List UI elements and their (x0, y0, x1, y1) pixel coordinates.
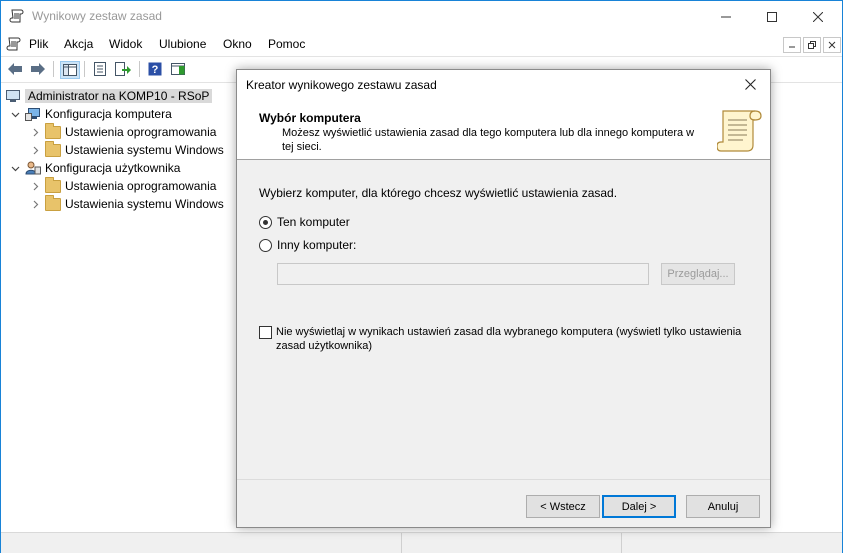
chevron-right-icon[interactable] (29, 126, 41, 138)
tree-item-software-settings[interactable]: Ustawienia oprogramowania (29, 122, 217, 141)
properties-icon (94, 62, 106, 76)
radio-this-computer[interactable]: Ten komputer (259, 215, 350, 229)
action-pane-icon (171, 63, 185, 75)
window-title: Wynikowy zestaw zasad (32, 9, 162, 23)
computer-name-input[interactable] (277, 263, 649, 285)
tree-root-label: Administrator na KOMP10 - RSoP (25, 89, 213, 103)
chevron-down-icon[interactable] (9, 108, 21, 120)
wizard-step-title: Wybór komputera (259, 111, 361, 125)
tree-item-windows-settings[interactable]: Ustawienia systemu Windows (29, 140, 224, 159)
radio-button-selected[interactable] (259, 215, 272, 229)
scroll-icon (717, 110, 762, 152)
console-tree: Administrator na KOMP10 - RSoP Konfigura… (1, 83, 237, 531)
menu-widok[interactable]: Widok (109, 37, 142, 51)
close-window-button[interactable] (795, 1, 841, 32)
radio-label: Ten komputer (277, 215, 350, 229)
close-icon (828, 41, 836, 49)
wizard-step-description: Możesz wyświetlić ustawienia zasad dla t… (282, 127, 695, 153)
back-wizard-button[interactable]: < Wstecz (526, 495, 600, 518)
chevron-down-icon[interactable] (9, 162, 21, 174)
maximize-button[interactable] (749, 1, 795, 32)
chevron-right-icon[interactable] (29, 180, 41, 192)
folder-icon (45, 122, 61, 139)
status-divider (621, 533, 622, 553)
browse-button[interactable]: Przeglądaj... (661, 263, 735, 285)
maximize-icon (767, 11, 777, 22)
folder-icon (45, 176, 61, 193)
mdi-close-button[interactable] (823, 37, 841, 53)
tree-item-label: Ustawienia systemu Windows (65, 197, 224, 211)
mdi-minimize-button[interactable] (783, 37, 801, 53)
tree-item-user-software-settings[interactable]: Ustawienia oprogramowania (29, 176, 217, 195)
properties-button[interactable] (91, 61, 109, 77)
computer-icon (5, 89, 21, 103)
tree-item-label: Konfiguracja użytkownika (45, 161, 181, 175)
close-icon (744, 79, 756, 90)
export-list-button[interactable] (114, 61, 132, 77)
export-icon (115, 62, 131, 76)
tree-item-user-config[interactable]: Konfiguracja użytkownika (9, 159, 180, 177)
menu-ulubione[interactable]: Ulubione (159, 37, 206, 51)
toolbar-separator (139, 61, 140, 77)
svg-text:?: ? (152, 64, 159, 76)
back-button[interactable] (6, 61, 24, 77)
chevron-right-icon[interactable] (29, 144, 41, 156)
dialog-separator (237, 479, 770, 480)
cancel-button[interactable]: Anuluj (686, 495, 760, 518)
title-bar: Wynikowy zestaw zasad (1, 1, 842, 32)
arrow-right-icon (31, 63, 45, 75)
dialog-title: Kreator wynikowego zestawu zasad (246, 78, 437, 92)
radio-other-computer[interactable]: Inny komputer: (259, 238, 356, 252)
tree-item-label: Ustawienia oprogramowania (65, 179, 217, 193)
folder-icon (45, 140, 61, 157)
restore-icon (808, 41, 816, 49)
forward-button[interactable] (29, 61, 47, 77)
folder-icon (45, 194, 61, 211)
arrow-left-icon (8, 63, 22, 75)
rsop-scroll-icon[interactable] (6, 36, 22, 52)
toolbar-separator (53, 61, 54, 77)
rsop-wizard-dialog: Kreator wynikowego zestawu zasad Wybór k… (236, 69, 771, 528)
menu-okno[interactable]: Okno (223, 37, 252, 51)
status-bar (1, 532, 842, 553)
rsop-scroll-icon (9, 9, 24, 23)
console-tree-icon (63, 64, 77, 76)
show-hide-tree-button[interactable] (60, 61, 80, 79)
dialog-close-button[interactable] (730, 70, 770, 99)
computer-prompt: Wybierz komputer, dla którego chcesz wyś… (259, 186, 618, 200)
tree-item-computer-config[interactable]: Konfiguracja komputera (9, 105, 172, 123)
minimize-icon (721, 16, 731, 17)
menu-akcja[interactable]: Akcja (64, 37, 93, 51)
minimize-button[interactable] (703, 1, 749, 32)
minimize-icon (789, 46, 795, 48)
tree-root[interactable]: Administrator na KOMP10 - RSoP (5, 87, 213, 105)
radio-button[interactable] (259, 238, 272, 252)
radio-label: Inny komputer: (277, 238, 357, 252)
dialog-title-bar: Kreator wynikowego zestawu zasad (237, 70, 770, 99)
user-only-checkbox[interactable]: Nie wyświetlaj w wynikach ustawień zasad… (259, 325, 746, 353)
tree-item-label: Ustawienia systemu Windows (65, 143, 224, 157)
menu-bar: Plik Akcja Widok Ulubione Okno Pomoc (1, 32, 842, 56)
toolbar-separator (84, 61, 85, 77)
next-button[interactable]: Dalej > (602, 495, 676, 518)
checkbox-label: Nie wyświetlaj w wynikach ustawień zasad… (276, 326, 742, 352)
show-action-pane-button[interactable] (169, 61, 187, 77)
mdi-restore-button[interactable] (803, 37, 821, 53)
menu-pomoc[interactable]: Pomoc (268, 37, 305, 51)
help-icon: ? (148, 62, 162, 76)
wizard-header: Wybór komputera Możesz wyświetlić ustawi… (237, 99, 770, 160)
help-button[interactable]: ? (146, 61, 164, 77)
menu-plik[interactable]: Plik (29, 37, 48, 51)
computer-config-icon (25, 107, 41, 121)
tree-item-user-windows-settings[interactable]: Ustawienia systemu Windows (29, 194, 224, 213)
status-divider (401, 533, 402, 553)
user-config-icon (25, 161, 41, 175)
checkbox-box[interactable] (259, 326, 272, 339)
tree-item-label: Ustawienia oprogramowania (65, 125, 217, 139)
tree-item-label: Konfiguracja komputera (45, 107, 172, 121)
close-icon (813, 11, 823, 22)
chevron-right-icon[interactable] (29, 198, 41, 210)
